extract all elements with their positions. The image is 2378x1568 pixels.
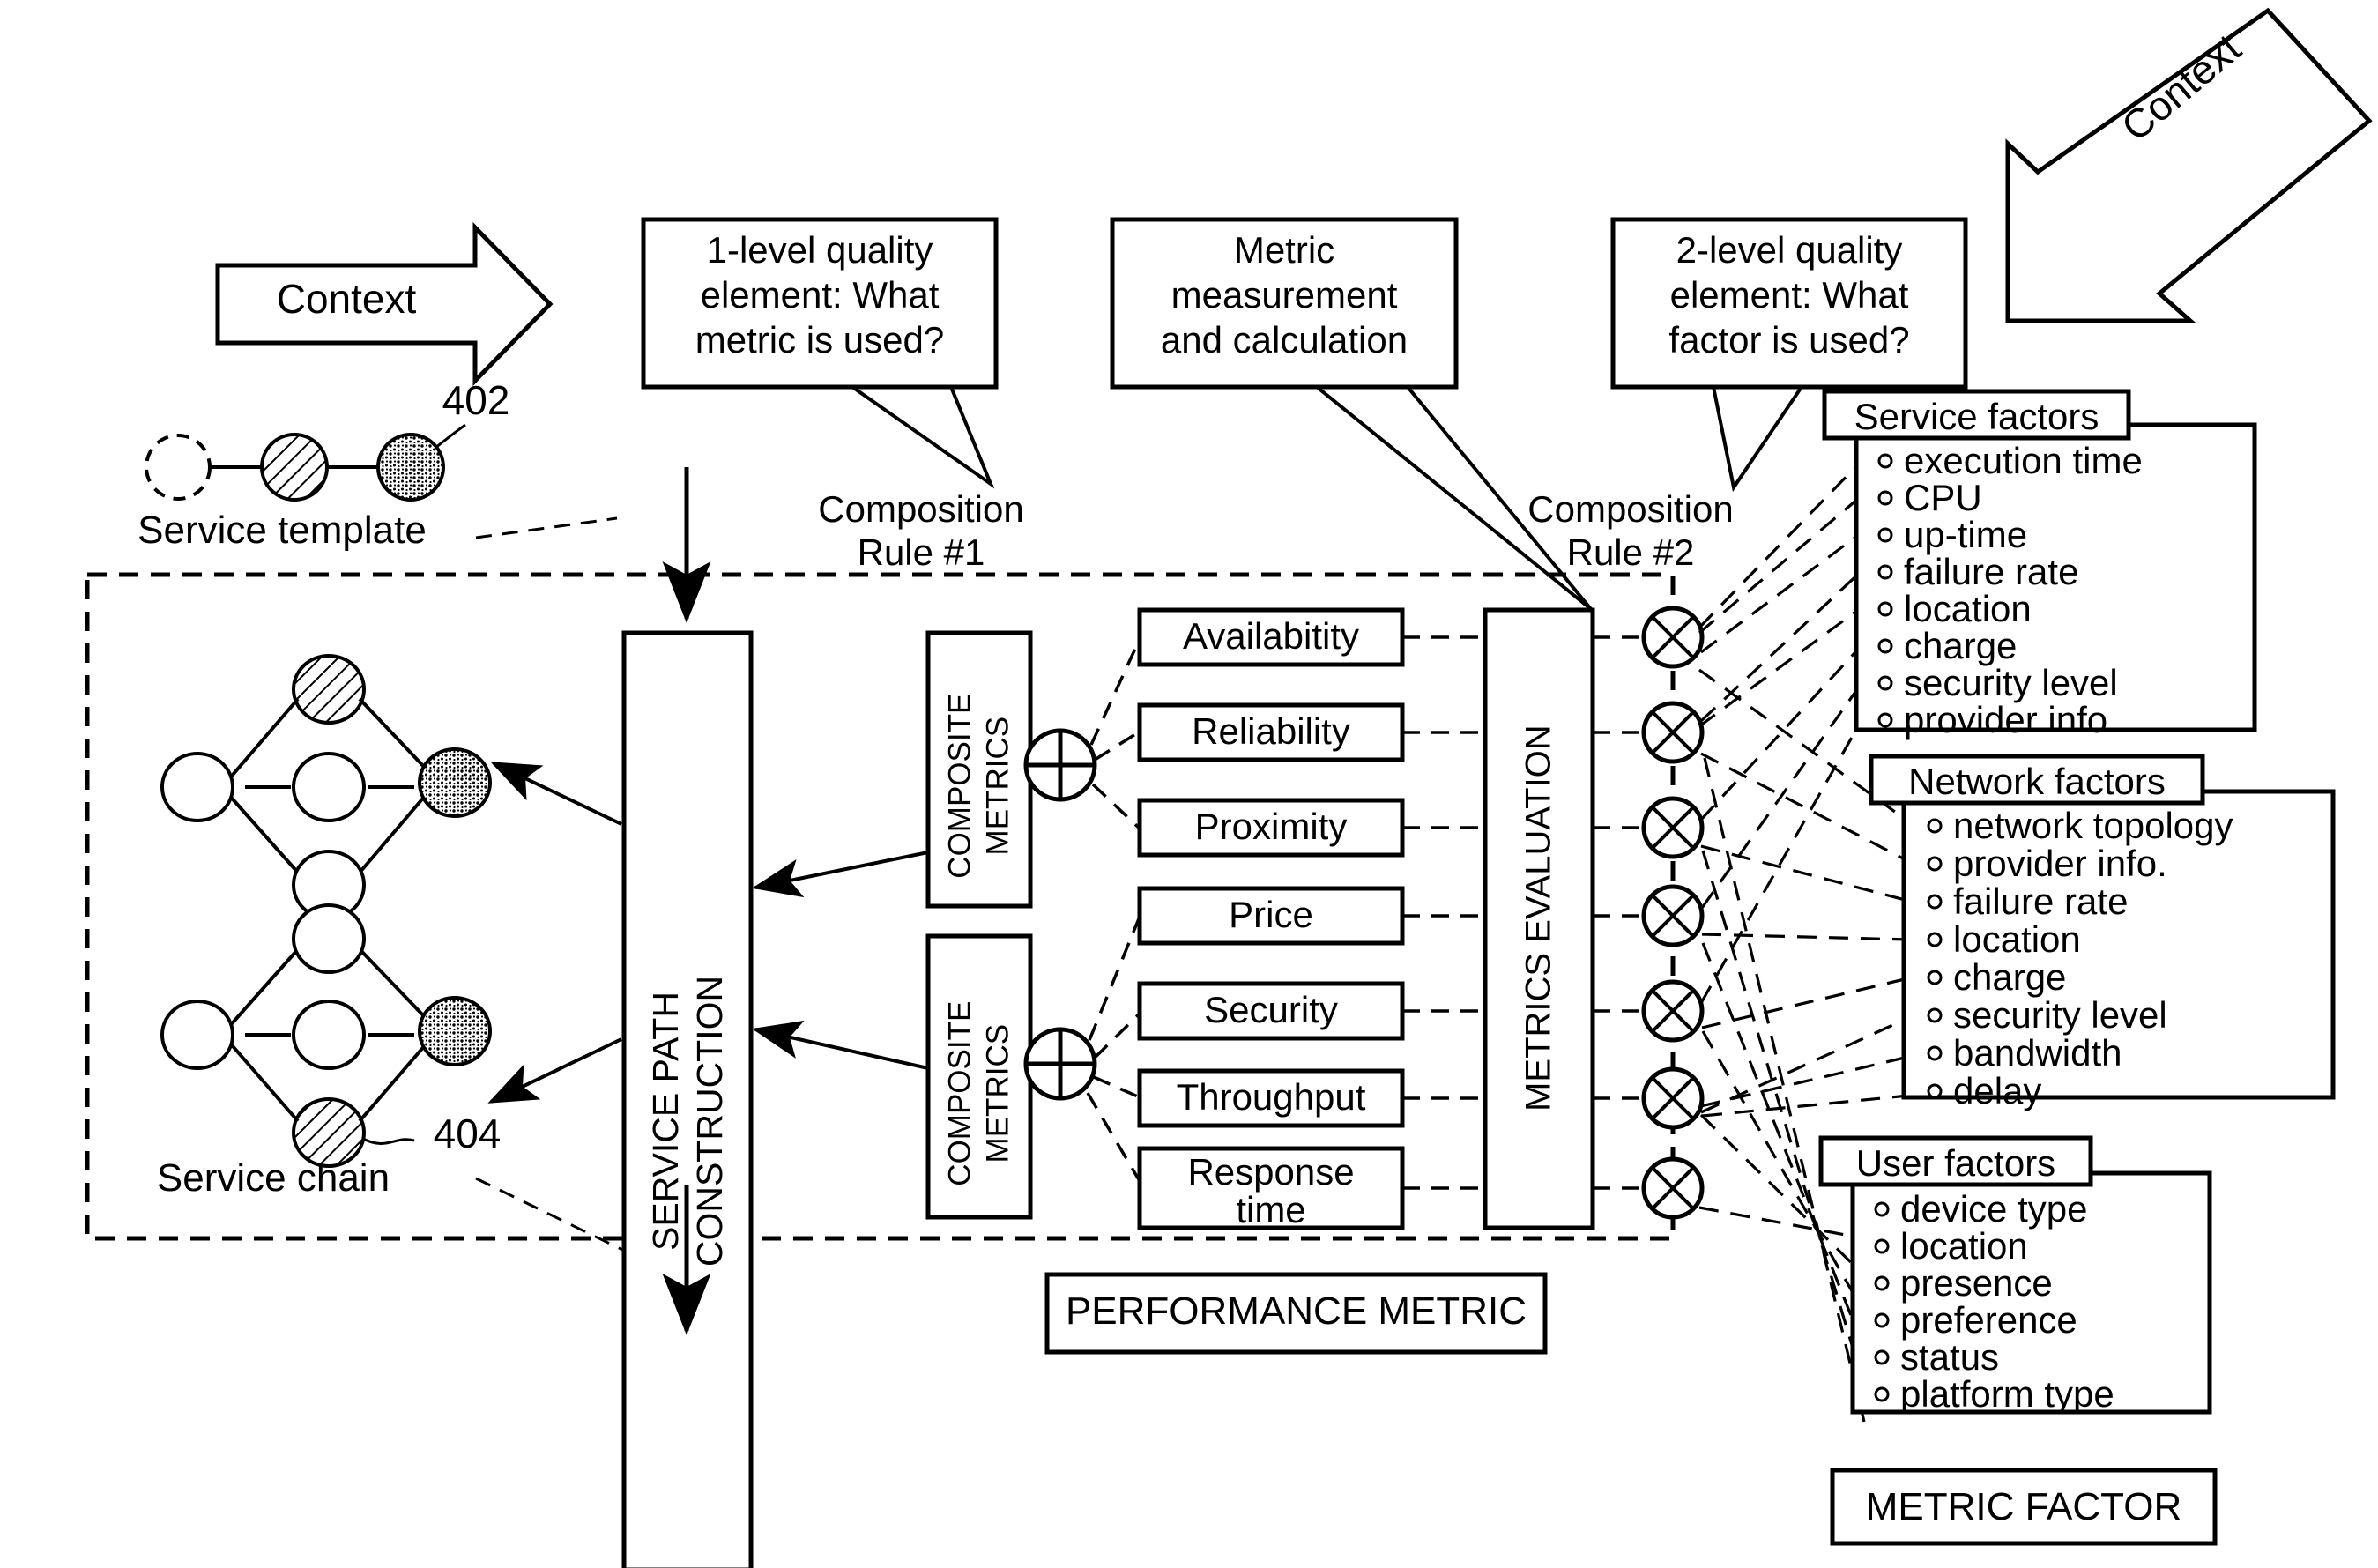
- arrow-cm2-to-spc: [752, 1020, 929, 1070]
- metric-label-proximity: Proximity: [1194, 806, 1348, 847]
- service-template-graphic: [145, 423, 466, 502]
- network-factors-title: Network factors: [1908, 761, 2166, 802]
- product-node-column: [1641, 606, 1705, 1220]
- links-sum-bottom-to-metrics: [1086, 916, 1141, 1182]
- service-factor-item-5: charge: [1904, 625, 2018, 666]
- metric-label-price: Price: [1229, 894, 1313, 935]
- metric-label-throughput: Throughput: [1176, 1076, 1366, 1118]
- user-factor-item-4: status: [1900, 1336, 2000, 1378]
- metric-label-response-time: Response time: [1187, 1151, 1355, 1230]
- service-path-construction-label: SERVICE PATH CONSTRUCTION: [644, 975, 730, 1267]
- service-chain-label: Service chain: [156, 1156, 390, 1200]
- service-factor-item-3: failure rate: [1904, 551, 2079, 592]
- composite-metrics-top-label: COMPOSITE METRICS: [942, 693, 1014, 879]
- network-factor-item-3: location: [1953, 918, 2081, 960]
- sum-node-top: [1023, 728, 1097, 802]
- service-template-label: Service template: [137, 509, 427, 552]
- numeral-404: 404: [433, 1111, 502, 1156]
- arrow-spc-to-chain2: [487, 1037, 622, 1104]
- metric-label-availability: Availabitity: [1183, 615, 1359, 657]
- callout-1-text: 1-level quality element: What metric is …: [695, 229, 945, 361]
- service-factor-item-7: provider info.: [1904, 699, 2118, 740]
- metric-label-reliability: Reliability: [1192, 710, 1350, 752]
- metric-factor-label: METRIC FACTOR: [1865, 1485, 2182, 1528]
- service-chain-graph-1: [160, 654, 492, 920]
- context-arrow-left-label: Context: [276, 276, 417, 322]
- network-factor-item-4: charge: [1953, 956, 2067, 998]
- callout-2-text: Metric measurement and calculation: [1160, 229, 1408, 361]
- service-factor-item-0: execution time: [1904, 440, 2143, 481]
- service-factor-item-2: up-time: [1904, 514, 2028, 555]
- network-factor-item-5: security level: [1953, 994, 2167, 1036]
- service-factor-item-1: CPU: [1904, 477, 1982, 518]
- sum-node-bottom: [1023, 1027, 1097, 1101]
- links-evaluation-to-crossnodes: [1593, 635, 1646, 1190]
- composition-rule-2-label: Composition Rule #2: [1527, 488, 1734, 573]
- performance-metric-label: PERFORMANCE METRIC: [1065, 1289, 1527, 1333]
- links-metrics-to-evaluation: [1402, 635, 1485, 1190]
- network-factor-item-0: network topology: [1953, 805, 2233, 846]
- links-sum-top-to-metrics: [1089, 638, 1141, 830]
- numeral-402: 402: [442, 377, 510, 423]
- network-factor-item-7: delay: [1953, 1070, 2042, 1111]
- composition-rule-1-label: Composition Rule #1: [818, 488, 1024, 573]
- user-factor-item-0: device type: [1900, 1188, 2088, 1230]
- arrow-spc-to-chain1: [490, 762, 622, 826]
- service-factors-title: Service factors: [1854, 396, 2099, 437]
- network-factor-item-2: failure rate: [1953, 881, 2129, 922]
- network-factor-item-1: provider info.: [1953, 843, 2167, 884]
- user-factor-item-3: preference: [1900, 1299, 2077, 1341]
- metrics-evaluation-label: METRICS EVALUATION: [1519, 725, 1558, 1111]
- patent-figure-diagram: Context Context 1-level quality element:…: [0, 0, 2378, 1568]
- network-factor-item-6: bandwidth: [1953, 1032, 2122, 1074]
- user-factor-item-2: presence: [1900, 1262, 2053, 1304]
- service-factor-item-4: location: [1904, 588, 2032, 629]
- service-factor-item-6: security level: [1904, 662, 2118, 703]
- callout-3-text: 2-level quality element: What factor is …: [1668, 229, 1910, 361]
- user-factor-item-5: platform type: [1900, 1373, 2114, 1415]
- arrow-cm1-to-spc: [752, 851, 929, 898]
- user-factors-title: User factors: [1855, 1142, 2056, 1184]
- leader-service-template: [475, 516, 618, 539]
- user-factor-item-1: location: [1900, 1225, 2028, 1267]
- composite-metrics-bottom-label: COMPOSITE METRICS: [942, 1000, 1014, 1186]
- metric-label-security: Security: [1204, 989, 1338, 1030]
